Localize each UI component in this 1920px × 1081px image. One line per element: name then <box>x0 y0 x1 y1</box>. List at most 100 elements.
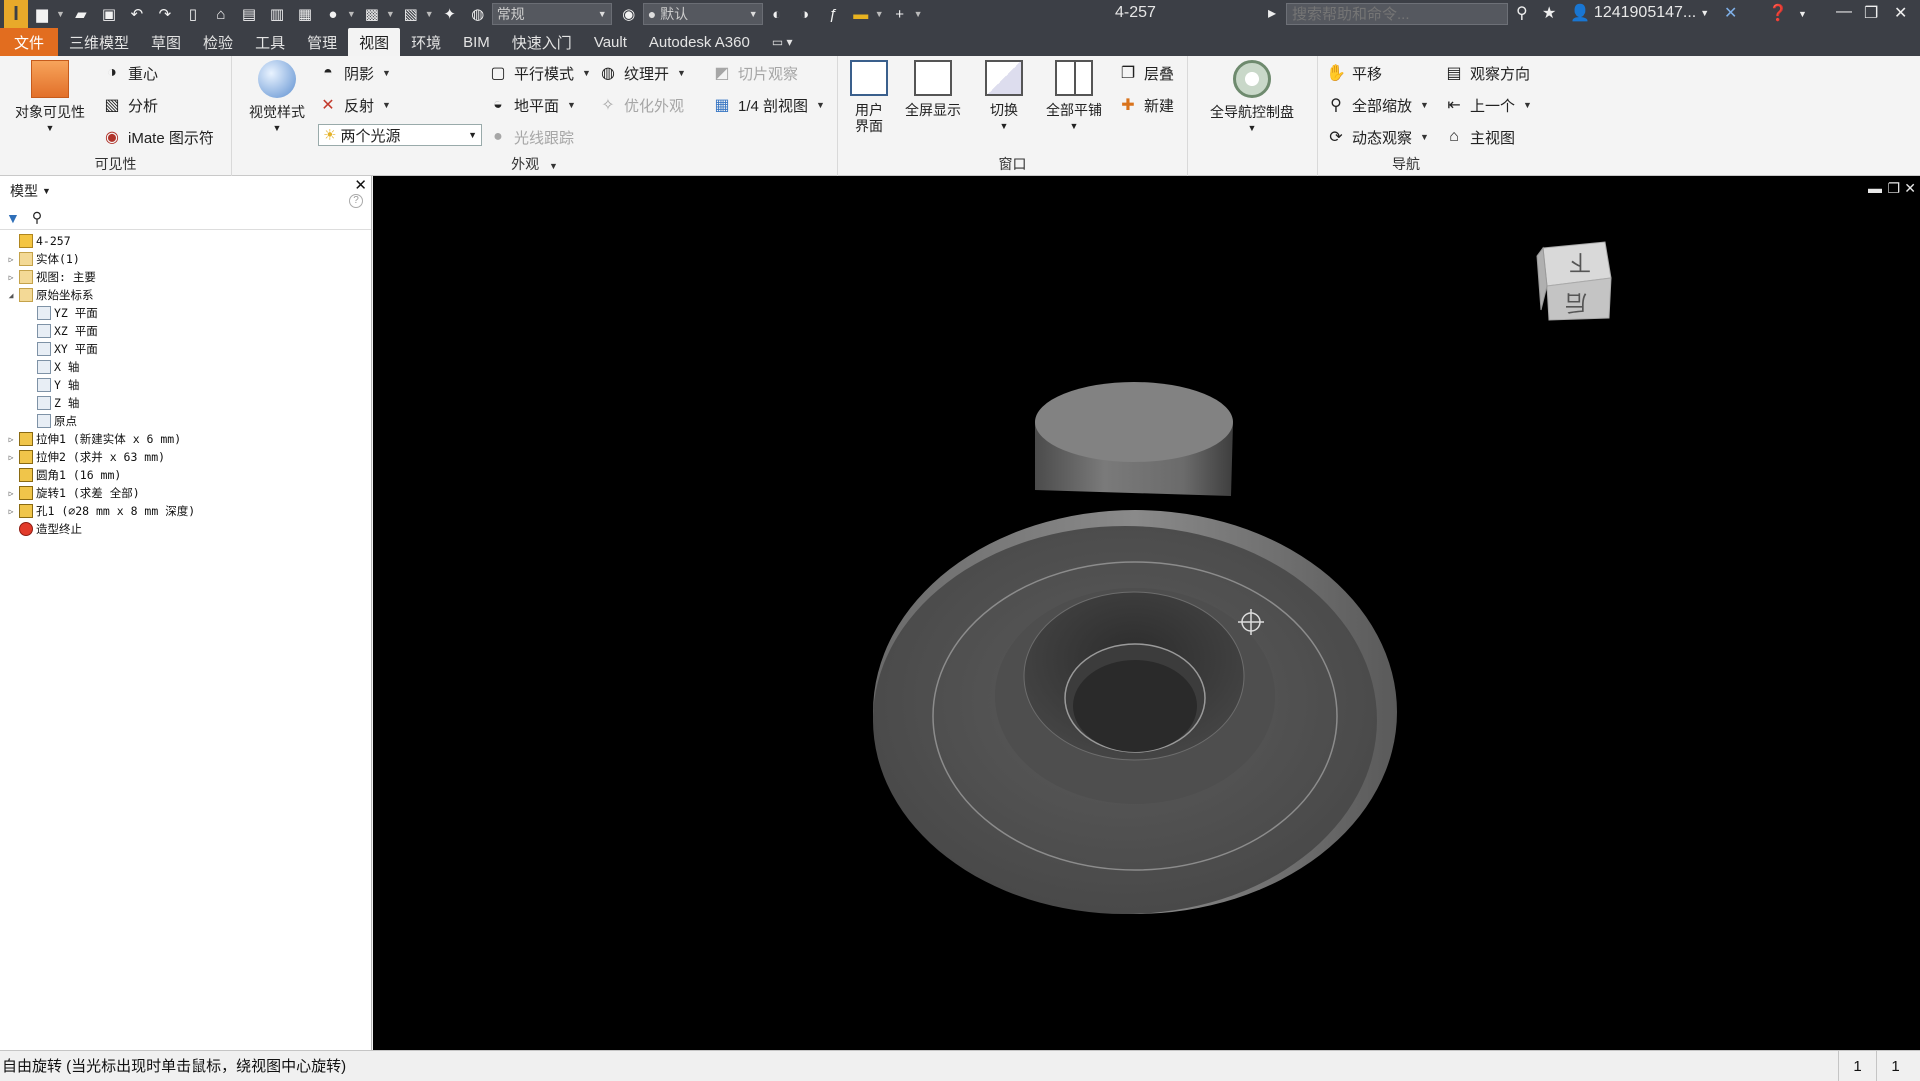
measure-icon[interactable]: ✦ <box>439 3 461 25</box>
texture-on-button[interactable]: ◍ 纹理开 ▼ <box>598 62 686 84</box>
tree-node[interactable]: 原点 <box>0 412 371 430</box>
inventor-logo-icon[interactable]: I <box>4 0 28 28</box>
chevron-down-icon[interactable]: ▼ <box>914 9 923 19</box>
full-navigation-wheel-button[interactable]: 全导航控制盘 ▼ <box>1192 60 1312 136</box>
tree-node[interactable]: ▷ 旋转1 (求差 全部) <box>0 484 371 502</box>
appearance-combo[interactable]: 常规 ▼ <box>491 3 612 25</box>
zoom-all-button[interactable]: ⚲ 全部缩放 ▼ <box>1326 94 1429 116</box>
tree-node[interactable]: ▷ 孔1 (⌀28 mm x 8 mm 深度) <box>0 502 371 520</box>
new-window-button[interactable]: ✚ 新建 <box>1118 94 1174 116</box>
tree-node[interactable]: ▷ 拉伸2 (求并 x 63 mm) <box>0 448 371 466</box>
tree-node[interactable]: 造型终止 <box>0 520 371 538</box>
open-folder-icon[interactable]: ▰ <box>70 3 92 25</box>
home-view-button[interactable]: ⌂ 主视图 <box>1444 126 1515 148</box>
save-icon[interactable]: ▣ <box>98 3 120 25</box>
reflections-button[interactable]: ✕ 反射 ▼ <box>318 94 391 116</box>
cascade-button[interactable]: ❐ 层叠 <box>1118 62 1174 84</box>
browser-header[interactable]: 模型 ▼ <box>0 176 371 206</box>
tree-node[interactable]: ▷ 拉伸1 (新建实体 x 6 mm) <box>0 430 371 448</box>
full-screen-button[interactable]: 全屏显示 <box>898 60 968 118</box>
chevron-down-icon[interactable]: ▼ <box>1798 9 1807 19</box>
new-file-icon[interactable]: ▆ <box>31 3 53 25</box>
tree-node[interactable]: ▷ 实体(1) <box>0 250 371 268</box>
tab-bim[interactable]: BIM <box>452 28 501 56</box>
plus-icon[interactable]: + <box>889 3 911 25</box>
tab-environments[interactable]: 环境 <box>400 28 452 56</box>
favorites-star-icon[interactable]: ★ <box>1542 3 1556 23</box>
select-mode-icon[interactable]: ● <box>322 3 344 25</box>
look-at-button[interactable]: ▤ 观察方向 <box>1444 62 1530 84</box>
tab-view[interactable]: 视图 <box>348 28 401 56</box>
expand-toggle-icon[interactable]: ▷ <box>6 255 16 264</box>
tree-node[interactable]: XZ 平面 <box>0 322 371 340</box>
tree-node[interactable]: 圆角1 (16 mm) <box>0 466 371 484</box>
panel-title-appearance[interactable]: 外观 ▼ <box>232 154 837 174</box>
tree-node[interactable]: 4-257 <box>0 232 371 250</box>
tree-node[interactable]: YZ 平面 <box>0 304 371 322</box>
expand-toggle-icon[interactable]: ▷ <box>6 489 16 498</box>
tab-3d-model[interactable]: 三维模型 <box>58 28 140 56</box>
object-visibility-button[interactable]: 对象可见性 ▼ <box>8 60 92 136</box>
find-binoculars-icon[interactable]: ⚲ <box>32 209 42 226</box>
clear-appearance-icon[interactable]: ◑ <box>794 3 816 25</box>
material-icon[interactable]: ▧ <box>400 3 422 25</box>
tab-file[interactable]: 文件 <box>0 28 59 56</box>
binoculars-icon[interactable]: ⚲ <box>1516 3 1528 23</box>
chevron-down-icon[interactable]: ▼ <box>386 9 395 19</box>
graphics-viewport[interactable]: ▬ ❐ ✕ 下 后 <box>373 176 1920 1050</box>
tree-node[interactable]: X 轴 <box>0 358 371 376</box>
print-icon[interactable]: ▤ <box>238 3 260 25</box>
title-arrow-icon[interactable]: ▸ <box>1268 3 1276 23</box>
filter-icon[interactable]: ▼ <box>6 210 20 226</box>
autodesk-app-store-icon[interactable]: ✕ <box>1724 3 1737 23</box>
tile-all-button[interactable]: 全部平铺 ▼ <box>1038 60 1110 134</box>
expand-toggle-icon[interactable]: ▷ <box>6 507 16 516</box>
minimize-icon[interactable]: — <box>1836 3 1852 21</box>
tab-manage[interactable]: 管理 <box>296 28 348 56</box>
redo-icon[interactable]: ↷ <box>154 3 176 25</box>
expand-toggle-icon[interactable]: ◢ <box>6 291 16 300</box>
switch-button[interactable]: 切换 ▼ <box>972 60 1036 134</box>
parallel-mode-button[interactable]: ▢ 平行模式 ▼ <box>488 62 591 84</box>
update-icon[interactable]: ▥ <box>266 3 288 25</box>
pan-button[interactable]: ✋ 平移 <box>1326 62 1382 84</box>
tab-vault[interactable]: Vault <box>583 28 638 56</box>
restore-icon[interactable]: ❐ <box>1864 3 1878 23</box>
analysis-button[interactable]: ▧ 分析 <box>102 94 158 116</box>
chevron-down-icon[interactable]: ▼ <box>875 9 884 19</box>
expand-toggle-icon[interactable]: ▷ <box>6 273 16 282</box>
optimize-appearance-button[interactable]: ✧ 优化外观 <box>598 94 684 116</box>
expand-toggle-icon[interactable]: ▷ <box>6 453 16 462</box>
quarter-section-button[interactable]: ▦ 1/4 剖视图 ▼ <box>712 94 825 116</box>
orbit-button[interactable]: ⟳ 动态观察 ▼ <box>1326 126 1429 148</box>
tab-get-started[interactable]: 快速入门 <box>501 28 583 56</box>
home-icon[interactable]: ⌂ <box>210 3 232 25</box>
tree-node[interactable]: Z 轴 <box>0 394 371 412</box>
chevron-down-icon[interactable]: ▼ <box>347 9 356 19</box>
tab-autodesk-a360[interactable]: Autodesk A360 <box>638 28 761 56</box>
ray-tracing-button[interactable]: ● 光线跟踪 <box>488 126 574 148</box>
shadows-button[interactable]: ◓ 阴影 ▼ <box>318 62 391 84</box>
tree-node[interactable]: ◢ 原始坐标系 <box>0 286 371 304</box>
user-account[interactable]: 👤 1241905147... ▼ <box>1570 3 1709 23</box>
help-icon[interactable]: ❓ <box>1768 3 1788 23</box>
browser-help-icon[interactable]: ? <box>349 194 363 208</box>
tree-node[interactable]: XY 平面 <box>0 340 371 358</box>
ground-plane-button[interactable]: ◒ 地平面 ▼ <box>488 94 576 116</box>
tree-node[interactable]: Y 轴 <box>0 376 371 394</box>
ribbon-display-toggle[interactable]: ▭ ▾ <box>761 28 804 56</box>
visual-style-button[interactable]: 视觉样式 ▼ <box>242 60 312 136</box>
part-model[interactable] <box>373 176 1920 1050</box>
center-of-gravity-button[interactable]: ◑ 重心 <box>102 62 158 84</box>
slice-graphics-button[interactable]: ◩ 切片观察 <box>712 62 798 84</box>
previous-view-button[interactable]: ⇤ 上一个 ▼ <box>1444 94 1532 116</box>
color-bar-icon[interactable]: ▬ <box>850 3 872 25</box>
expand-toggle-icon[interactable]: ▷ <box>6 435 16 444</box>
fx-parameters-icon[interactable]: ƒ <box>822 3 844 25</box>
return-icon[interactable]: ▯ <box>182 3 204 25</box>
help-search-input[interactable] <box>1286 3 1508 25</box>
select-icon[interactable]: ▦ <box>294 3 316 25</box>
browser-close-icon[interactable]: ✕ <box>354 176 367 194</box>
close-icon[interactable]: ✕ <box>1894 3 1907 23</box>
color-wheel-icon[interactable]: ◉ <box>618 3 640 25</box>
